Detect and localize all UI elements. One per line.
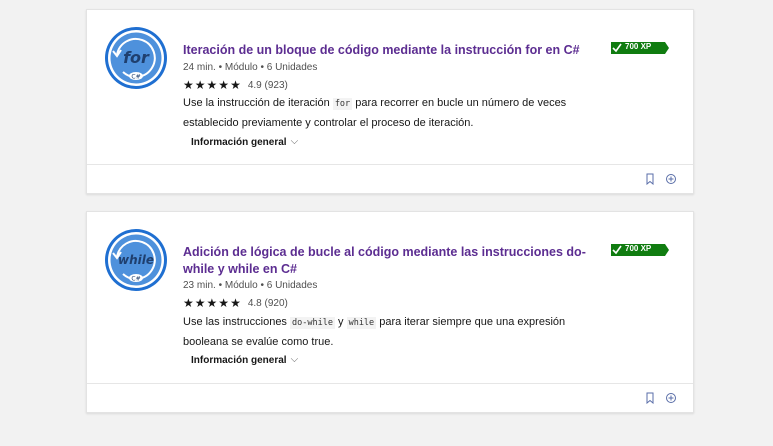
module-meta: 23 min. • Módulo • 6 Unidades (183, 280, 318, 291)
summary-text: Use las instrucciones (183, 316, 287, 328)
overview-label: Información general (191, 355, 287, 366)
star-icon: ★ (194, 78, 206, 92)
module-card-for: for C# Iteración de un bloque de código … (86, 9, 694, 194)
module-summary: Use la instrucción de iteración for para… (183, 94, 593, 133)
summary-text: y (338, 316, 344, 328)
overview-label: Información general (191, 137, 287, 148)
badge-sublabel: C# (131, 276, 140, 283)
content-type: Módulo (224, 280, 258, 291)
star-icon: ★ (218, 78, 230, 92)
star-icon: ★ (194, 296, 206, 310)
code-snippet: for (332, 98, 353, 110)
module-card-while: while C# Adición de lógica de bucle al c… (86, 211, 694, 413)
add-collection-icon[interactable] (665, 392, 677, 404)
rating: ★ ★ ★ ★ ★ 4.9 (923) (183, 79, 288, 91)
xp-badge: 700 XP (609, 41, 669, 55)
chevron-down-icon: ⌵ (290, 354, 299, 365)
xp-label: 700 XP (625, 42, 652, 51)
star-icon: ★ (183, 296, 194, 310)
bookmark-icon[interactable] (644, 392, 656, 404)
star-icon: ★ (218, 296, 230, 310)
add-collection-icon[interactable] (665, 173, 677, 185)
badge-label: while (118, 253, 154, 267)
overview-toggle[interactable]: Información general ⌵ (191, 136, 298, 148)
card-footer (87, 164, 693, 193)
rating-text: 4.8 (920) (247, 297, 288, 309)
star-icon: ★ (206, 296, 218, 310)
module-summary: Use las instrucciones do-while y while p… (183, 313, 593, 352)
code-snippet: while (346, 317, 377, 329)
module-meta: 24 min. • Módulo • 6 Unidades (183, 62, 318, 73)
star-icon: ★ (183, 78, 194, 92)
for-loop-badge-icon: for C# (105, 27, 167, 89)
module-title[interactable]: Iteración de un bloque de código mediant… (183, 42, 603, 59)
code-snippet: do-while (290, 317, 335, 329)
rating: ★ ★ ★ ★ ★ 4.8 (920) (183, 297, 288, 309)
unit-count: 6 Unidades (266, 62, 318, 73)
star-icon: ★ (230, 78, 241, 92)
rating-text: 4.9 (923) (247, 79, 288, 91)
chevron-down-icon: ⌵ (290, 136, 299, 147)
summary-text: Use la instrucción de iteración (183, 97, 330, 109)
while-loop-badge-icon: while C# (105, 229, 167, 291)
content-type: Módulo (224, 62, 258, 73)
xp-label: 700 XP (625, 244, 652, 253)
card-footer (87, 383, 693, 412)
star-icon: ★ (206, 78, 218, 92)
star-icon: ★ (230, 296, 241, 310)
duration: 23 min. (183, 280, 216, 291)
badge-label: for (123, 48, 150, 67)
overview-toggle[interactable]: Información general ⌵ (191, 354, 298, 366)
xp-badge: 700 XP (609, 243, 669, 257)
duration: 24 min. (183, 62, 216, 73)
bookmark-icon[interactable] (644, 173, 656, 185)
module-title[interactable]: Adición de lógica de bucle al código med… (183, 244, 603, 278)
unit-count: 6 Unidades (266, 280, 318, 291)
badge-sublabel: C# (131, 74, 140, 81)
